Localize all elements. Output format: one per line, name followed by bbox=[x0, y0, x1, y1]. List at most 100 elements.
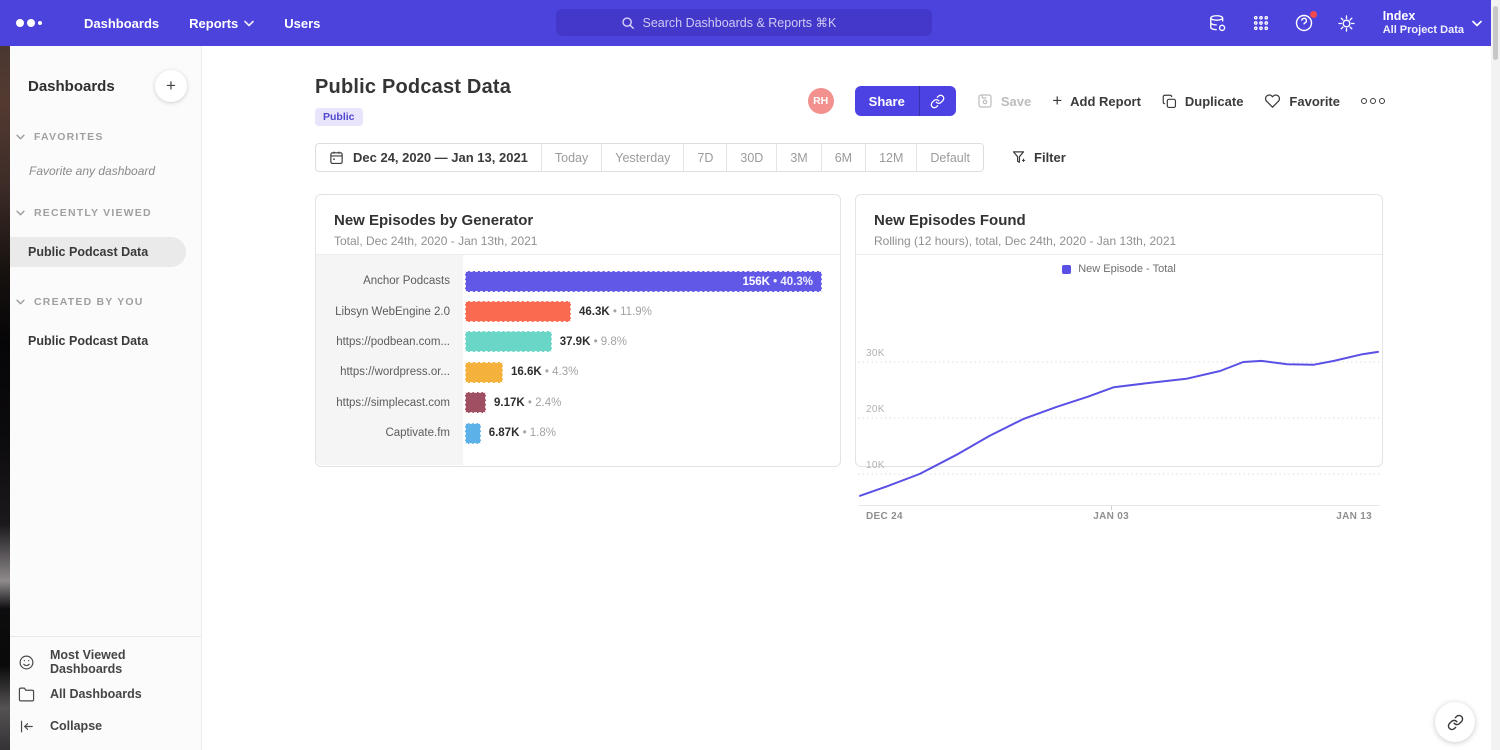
section-label: RECENTLY VIEWED bbox=[34, 207, 152, 219]
x-axis-labels: DEC 24JAN 03JAN 13 bbox=[858, 511, 1380, 525]
app-root: Dashboards Reports Users bbox=[0, 0, 1500, 750]
link-icon bbox=[930, 94, 945, 109]
date-presets: TodayYesterday7D30D3M6M12MDefault bbox=[541, 144, 983, 171]
bar-segment[interactable] bbox=[465, 423, 481, 444]
heart-icon bbox=[1264, 93, 1281, 109]
duplicate-icon bbox=[1162, 94, 1177, 109]
footer-item-label: All Dashboards bbox=[50, 687, 142, 701]
footer-item-label: Collapse bbox=[50, 719, 102, 733]
apps-grid-icon[interactable] bbox=[1250, 12, 1272, 34]
bar-chart-title: New Episodes by Generator bbox=[334, 212, 822, 229]
bar-value-label: 9.17K • 2.4% bbox=[494, 397, 561, 409]
search-input[interactable] bbox=[643, 16, 868, 30]
bar-value-label: 46.3K • 11.9% bbox=[579, 306, 652, 318]
line-chart-title: New Episodes Found bbox=[874, 212, 1364, 229]
bar-row: Anchor Podcasts156K • 40.3% bbox=[316, 266, 840, 296]
link-icon bbox=[1447, 714, 1464, 731]
scrollbar-thumb[interactable] bbox=[1493, 6, 1498, 60]
favorite-button[interactable]: Favorite bbox=[1264, 93, 1340, 109]
avatar[interactable]: RH bbox=[808, 88, 834, 114]
preset-button-today[interactable]: Today bbox=[541, 144, 601, 171]
chevron-down-icon bbox=[16, 210, 25, 216]
date-range-group: Dec 24, 2020 — Jan 13, 2021 TodayYesterd… bbox=[315, 143, 984, 172]
main-content: Public Podcast Data Public RH Share Save bbox=[202, 46, 1500, 750]
smiley-icon bbox=[18, 654, 35, 671]
share-button-label[interactable]: Share bbox=[855, 86, 919, 116]
settings-gear-icon[interactable] bbox=[1336, 12, 1358, 34]
legend-label: New Episode - Total bbox=[1078, 263, 1176, 275]
nav-item-reports[interactable]: Reports bbox=[189, 16, 254, 31]
sidebar-item-public-podcast-data-created[interactable]: Public Podcast Data bbox=[10, 326, 201, 356]
bar-row: Captivate.fm6.87K • 1.8% bbox=[316, 418, 840, 448]
preset-button-7d[interactable]: 7D bbox=[683, 144, 726, 171]
line-chart-card: New Episodes Found Rolling (12 hours), t… bbox=[855, 194, 1383, 467]
section-header-recently-viewed[interactable]: RECENTLY VIEWED bbox=[10, 207, 201, 219]
bar-chart-card: New Episodes by Generator Total, Dec 24t… bbox=[315, 194, 841, 467]
bar-row: https://podbean.com...37.9K • 9.8% bbox=[316, 327, 840, 357]
bar-row: https://wordpress.or...16.6K • 4.3% bbox=[316, 357, 840, 387]
data-management-icon[interactable] bbox=[1207, 12, 1229, 34]
project-selector[interactable]: Index All Project Data bbox=[1383, 9, 1482, 37]
x-axis-tick-label: DEC 24 bbox=[866, 511, 903, 522]
copy-public-link-button[interactable] bbox=[1435, 702, 1475, 742]
bar-row: Libsyn WebEngine 2.0 46.3K • 11.9% bbox=[316, 296, 840, 326]
preset-button-30d[interactable]: 30D bbox=[726, 144, 776, 171]
add-dashboard-button[interactable]: + bbox=[155, 70, 187, 102]
y-axis-tick-label: 20K bbox=[866, 404, 885, 415]
bar-value-label: 37.9K • 9.8% bbox=[560, 336, 627, 348]
preset-button-yesterday[interactable]: Yesterday bbox=[601, 144, 683, 171]
copy-link-button[interactable] bbox=[919, 86, 956, 116]
project-subtitle: All Project Data bbox=[1383, 24, 1464, 37]
plus-icon: + bbox=[1052, 94, 1062, 108]
save-button[interactable]: Save bbox=[977, 93, 1031, 109]
line-chart-subtitle: Rolling (12 hours), total, Dec 24th, 202… bbox=[874, 234, 1364, 248]
mixpanel-logo-icon[interactable] bbox=[16, 19, 42, 27]
preset-button-12m[interactable]: 12M bbox=[865, 144, 916, 171]
scrollbar-track[interactable] bbox=[1491, 0, 1500, 750]
bar-segment[interactable] bbox=[465, 331, 552, 352]
preset-button-3m[interactable]: 3M bbox=[776, 144, 820, 171]
line-plot-area[interactable]: 10K20K30K bbox=[858, 339, 1380, 506]
calendar-icon bbox=[329, 150, 344, 165]
add-report-label: Add Report bbox=[1070, 94, 1141, 109]
favorite-label: Favorite bbox=[1289, 94, 1340, 109]
nav-item-reports-label: Reports bbox=[189, 16, 238, 31]
save-button-label: Save bbox=[1001, 94, 1031, 109]
all-dashboards-button[interactable]: All Dashboards bbox=[18, 678, 201, 710]
nav-item-users[interactable]: Users bbox=[284, 16, 320, 31]
chevron-down-icon bbox=[1472, 20, 1482, 27]
nav-item-dashboards[interactable]: Dashboards bbox=[84, 16, 159, 31]
section-label: CREATED BY YOU bbox=[34, 296, 144, 308]
bar-segment[interactable] bbox=[465, 362, 503, 383]
section-header-favorites[interactable]: FAVORITES bbox=[10, 131, 201, 143]
duplicate-button[interactable]: Duplicate bbox=[1162, 94, 1244, 109]
bar-rows: Anchor Podcasts156K • 40.3%Libsyn WebEng… bbox=[316, 255, 840, 448]
bar-segment[interactable] bbox=[465, 392, 486, 413]
date-range-picker[interactable]: Dec 24, 2020 — Jan 13, 2021 bbox=[316, 144, 541, 171]
add-report-button[interactable]: + Add Report bbox=[1052, 94, 1141, 109]
bar-segment[interactable]: 156K • 40.3% bbox=[465, 271, 822, 292]
bar-category-label: https://simplecast.com bbox=[316, 397, 463, 409]
more-options-button[interactable] bbox=[1361, 94, 1385, 108]
y-axis-tick-label: 30K bbox=[866, 348, 885, 359]
bar-segment[interactable] bbox=[465, 301, 571, 322]
bar-category-label: Libsyn WebEngine 2.0 bbox=[316, 306, 463, 318]
help-icon[interactable] bbox=[1293, 12, 1315, 34]
filter-icon bbox=[1011, 150, 1026, 165]
section-header-created-by-you[interactable]: CREATED BY YOU bbox=[10, 296, 201, 308]
sidebar-item-public-podcast-data[interactable]: Public Podcast Data bbox=[10, 237, 186, 267]
share-button[interactable]: Share bbox=[855, 86, 956, 116]
bar-value-label: 6.87K • 1.8% bbox=[489, 427, 556, 439]
filter-button[interactable]: Filter bbox=[1011, 150, 1066, 165]
collapse-sidebar-button[interactable]: Collapse bbox=[18, 710, 201, 742]
filter-label: Filter bbox=[1034, 150, 1066, 165]
search-icon bbox=[621, 16, 635, 30]
preset-button-default[interactable]: Default bbox=[916, 144, 983, 171]
search-bar[interactable] bbox=[556, 9, 932, 36]
most-viewed-dashboards-button[interactable]: Most Viewed Dashboards bbox=[18, 646, 201, 678]
save-icon bbox=[977, 93, 993, 109]
line-chart-svg bbox=[858, 339, 1380, 506]
preset-button-6m[interactable]: 6M bbox=[821, 144, 865, 171]
bar-category-label: Anchor Podcasts bbox=[316, 275, 463, 287]
more-options-icon bbox=[1361, 98, 1367, 104]
